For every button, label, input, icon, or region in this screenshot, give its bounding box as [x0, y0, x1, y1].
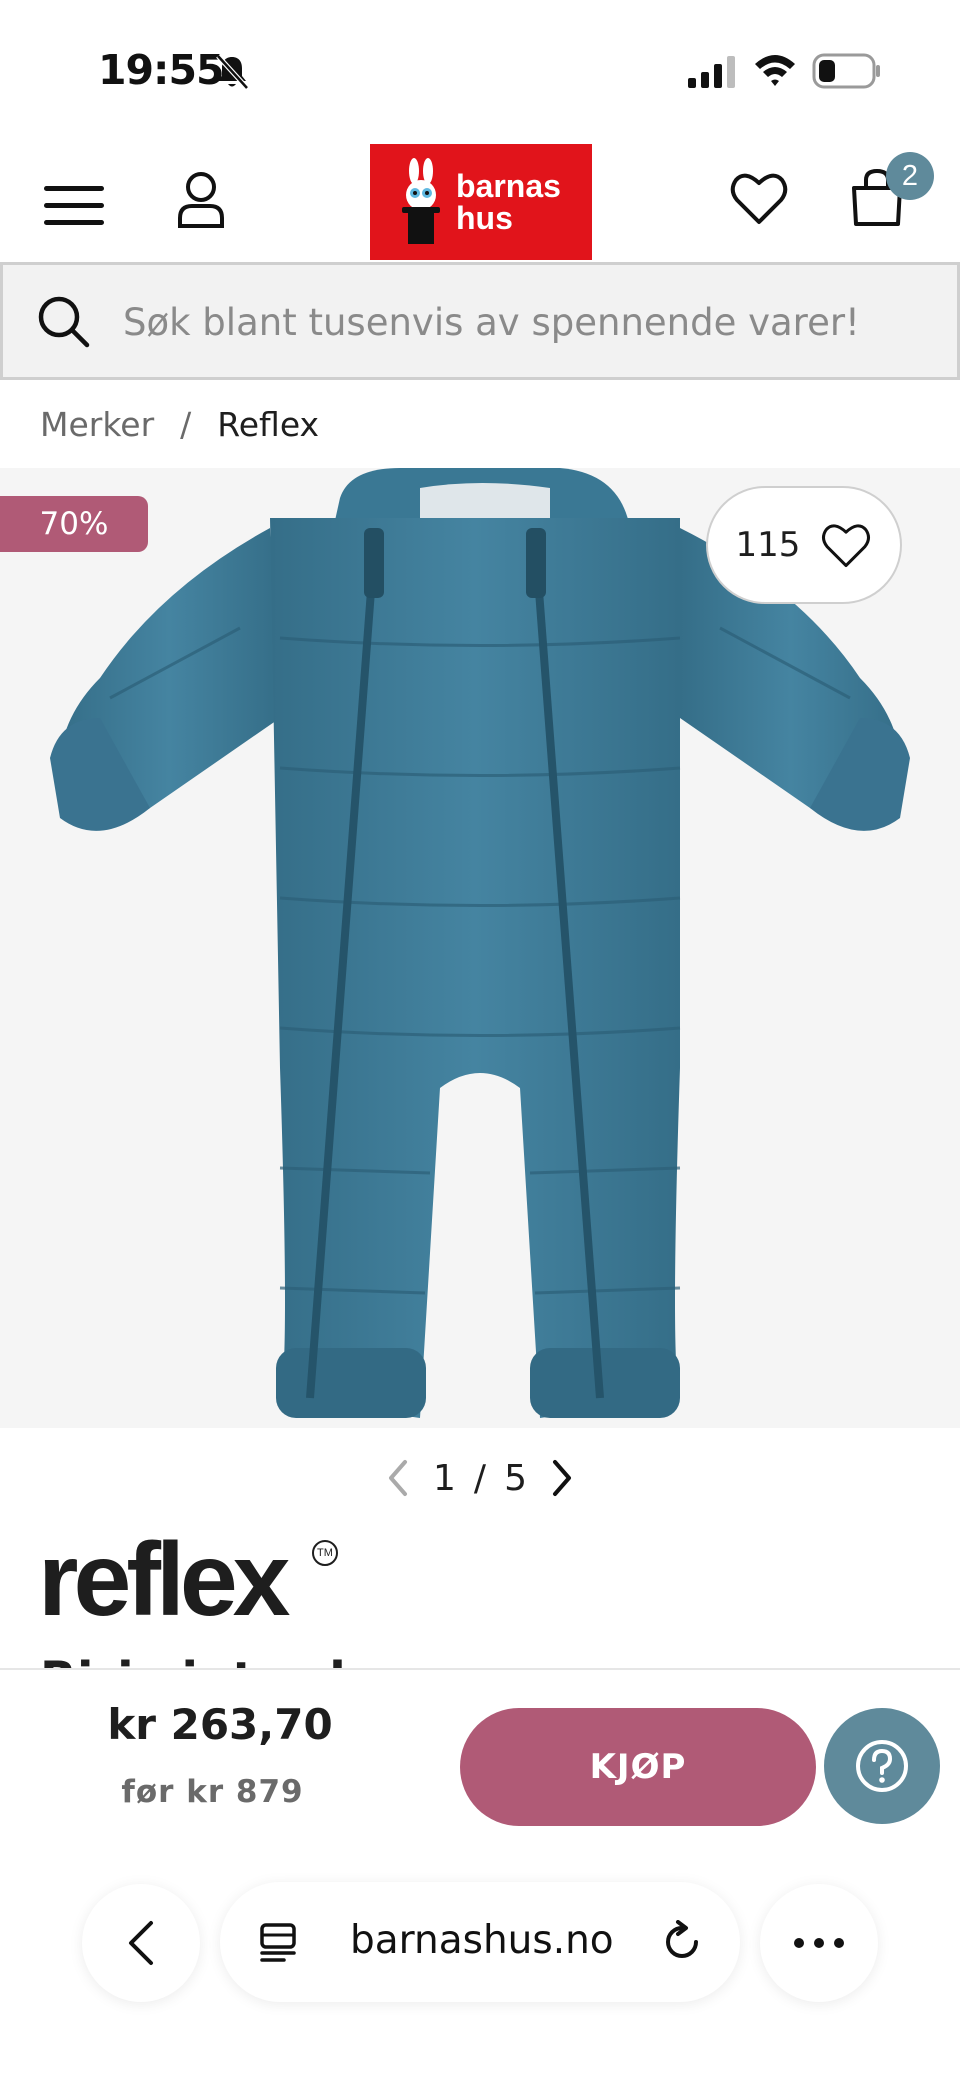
- user-icon[interactable]: [176, 170, 226, 230]
- discount-badge: 70%: [0, 496, 148, 552]
- address-bar[interactable]: barnashus.no: [220, 1882, 740, 2002]
- pager-separator: /: [473, 1457, 487, 1499]
- product-photo-snowsuit: [50, 468, 910, 1418]
- logo-line-1: barnas: [456, 168, 561, 204]
- breadcrumb-separator: /: [180, 404, 192, 444]
- bell-slash-icon: [216, 54, 249, 90]
- cellular-signal-icon: [688, 56, 735, 88]
- status-time: 19:55: [98, 46, 225, 94]
- product-image-gallery[interactable]: 70% 115: [0, 468, 960, 1428]
- breadcrumb: Merker / Reflex: [40, 400, 319, 448]
- chevron-left-icon[interactable]: [381, 1456, 415, 1500]
- heart-outline-icon: [822, 524, 871, 568]
- product-title: Riri vinterdress: [40, 1640, 940, 1670]
- current-price: kr 263,70: [107, 1700, 333, 1749]
- reload-icon[interactable]: [660, 1920, 704, 1964]
- battery-icon: [812, 53, 880, 89]
- site-logo[interactable]: barnas hus: [370, 144, 592, 260]
- logo-line-2: hus: [456, 200, 513, 236]
- pager-total: 5: [504, 1457, 527, 1499]
- logo-text: barnas hus: [456, 170, 561, 234]
- image-pager: 1 / 5: [0, 1448, 960, 1508]
- breadcrumb-link-merker[interactable]: Merker: [40, 405, 154, 444]
- breadcrumb-current: Reflex: [217, 404, 320, 444]
- chevron-left-icon: [129, 1921, 153, 1965]
- purchase-bar: kr 263,70 før kr 879 KJØP: [0, 1668, 960, 1848]
- chevron-right-icon[interactable]: [545, 1456, 579, 1500]
- ellipsis-icon: [794, 1938, 844, 1948]
- menu-icon[interactable]: [42, 182, 106, 230]
- search-bar[interactable]: [0, 262, 960, 380]
- original-price: før kr 879: [121, 1774, 304, 1810]
- cart-count-badge[interactable]: 2: [886, 152, 934, 200]
- address-url[interactable]: barnashus.no: [350, 1918, 614, 1963]
- brand-logo[interactable]: reflex: [38, 1528, 291, 1632]
- browser-back-button[interactable]: [82, 1884, 200, 2002]
- status-bar: 19:55: [0, 0, 960, 140]
- pager-current: 1: [433, 1457, 456, 1499]
- site-header: barnas hus 2: [0, 140, 960, 262]
- buy-button[interactable]: KJØP: [460, 1708, 816, 1826]
- search-icon[interactable]: [37, 295, 91, 349]
- help-button[interactable]: [824, 1708, 940, 1824]
- browser-more-button[interactable]: [760, 1884, 878, 2002]
- like-button[interactable]: 115: [706, 486, 902, 604]
- question-circle-icon: [856, 1740, 908, 1792]
- rabbit-logo-icon: [402, 158, 440, 244]
- trademark-icon: TM: [312, 1540, 338, 1566]
- heart-icon[interactable]: [730, 170, 788, 226]
- search-input[interactable]: [123, 287, 943, 357]
- like-count: 115: [735, 525, 801, 565]
- browser-toolbar: barnashus.no: [0, 1848, 960, 2081]
- wifi-icon: [755, 55, 795, 86]
- reader-mode-icon[interactable]: [258, 1922, 302, 1962]
